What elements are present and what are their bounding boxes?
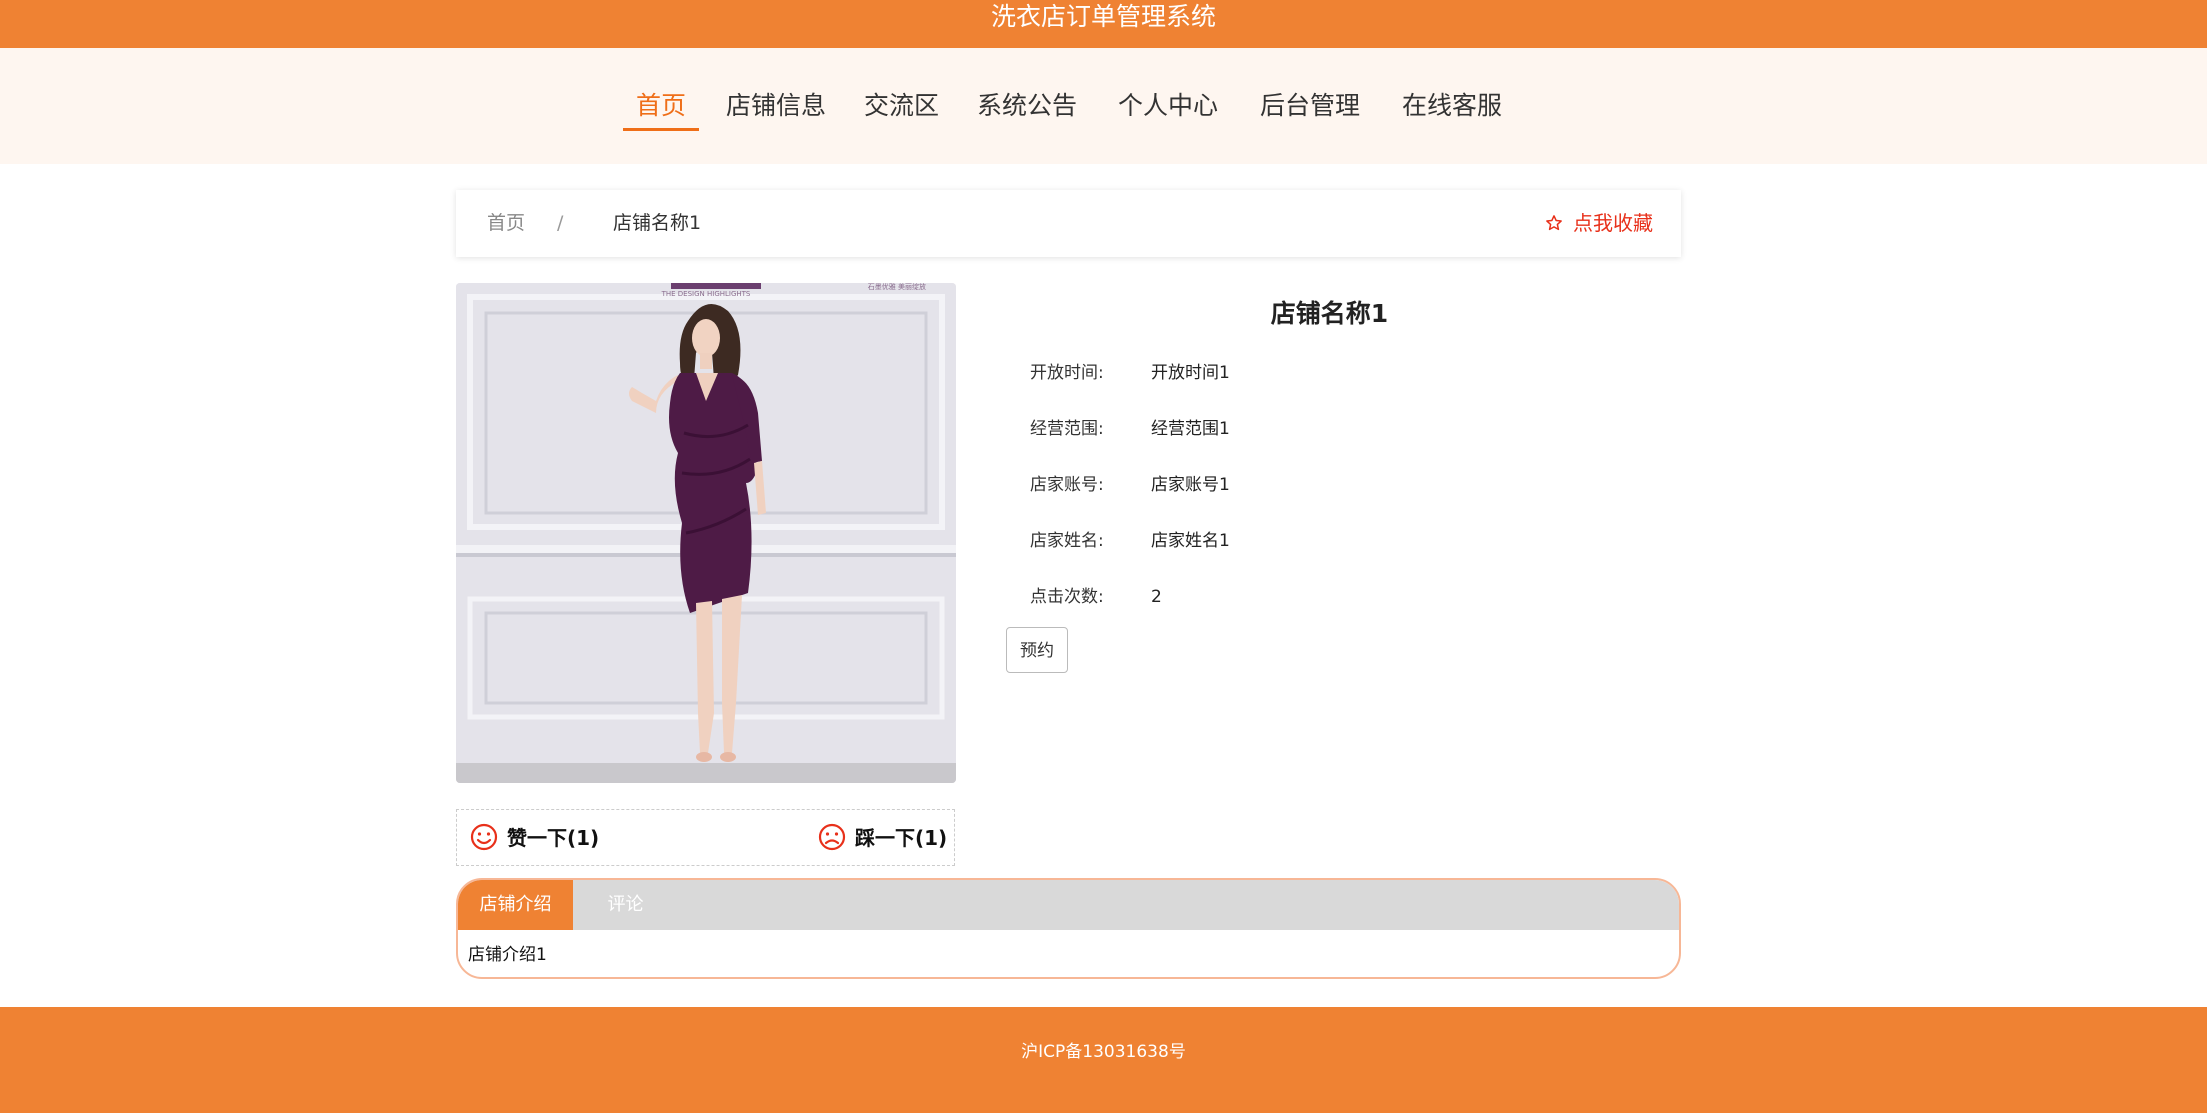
vote-bar: 赞一下(1) 踩一下(1): [456, 809, 955, 866]
open-time-label: 开放时间:: [1030, 363, 1104, 383]
icp-record: 沪ICP备13031638号: [1021, 1042, 1186, 1062]
tab-shop-intro[interactable]: 店铺介绍: [458, 880, 573, 930]
site-footer: 沪ICP备13031638号: [0, 1007, 2207, 1113]
image-banner-text: THE DESIGN HIGHLIGHTS: [661, 290, 751, 298]
tab-content: 店铺介绍1: [468, 945, 547, 965]
tab-comments[interactable]: 评论: [573, 880, 678, 930]
nav-forum[interactable]: 交流区: [864, 88, 939, 132]
owner-account-label: 店家账号:: [1030, 475, 1104, 495]
frown-icon: [817, 822, 847, 852]
click-count-value: 2: [1151, 587, 1162, 607]
tab-strip: 店铺介绍 评论: [458, 880, 1679, 930]
nav-admin[interactable]: 后台管理: [1260, 88, 1360, 132]
shop-name: 店铺名称1: [1270, 299, 1389, 328]
breadcrumb-current: 店铺名称1: [613, 212, 702, 234]
site-header: 洗衣店订单管理系统: [0, 0, 2207, 48]
nav-personal-center[interactable]: 个人中心: [1118, 88, 1218, 132]
detail-tabs: 店铺介绍 评论 店铺介绍1: [456, 878, 1681, 979]
owner-name-label: 店家姓名:: [1030, 531, 1104, 551]
shop-image: THE DESIGN HIGHLIGHTS 石墨优雅 美丽绽放: [456, 283, 956, 783]
nav-online-service[interactable]: 在线客服: [1402, 88, 1502, 132]
breadcrumb-separator: /: [557, 212, 564, 234]
dislike-label: 踩一下(1): [855, 826, 948, 850]
image-corner-text: 石墨优雅 美丽绽放: [868, 283, 926, 291]
open-time-value: 开放时间1: [1151, 363, 1230, 383]
favorite-label: 点我收藏: [1573, 211, 1653, 235]
click-count-label: 点击次数:: [1030, 587, 1104, 607]
business-scope-value: 经营范围1: [1151, 419, 1230, 439]
breadcrumb-home[interactable]: 首页: [487, 211, 525, 235]
like-label: 赞一下(1): [507, 826, 600, 850]
star-outline-icon: [1545, 211, 1569, 235]
nav-home[interactable]: 首页: [622, 88, 700, 132]
owner-name-value: 店家姓名1: [1151, 531, 1230, 551]
site-title: 洗衣店订单管理系统: [990, 2, 1216, 31]
business-scope-label: 经营范围:: [1030, 419, 1104, 439]
nav-bar: [0, 48, 2207, 164]
reserve-button[interactable]: 预约: [1006, 627, 1068, 673]
owner-account-value: 店家账号1: [1151, 475, 1230, 495]
breadcrumb: 首页 / 店铺名称1 点我收藏: [456, 190, 1681, 257]
favorite-button[interactable]: 点我收藏: [1545, 210, 1653, 236]
smile-icon: [469, 822, 499, 852]
nav-announcements[interactable]: 系统公告: [977, 88, 1077, 132]
nav-shop-info[interactable]: 店铺信息: [726, 88, 826, 132]
